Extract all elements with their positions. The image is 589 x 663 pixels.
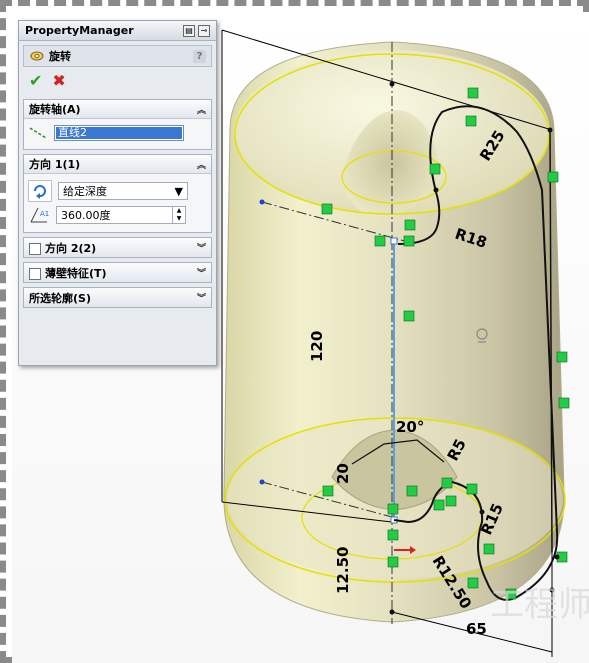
ok-check-icon[interactable]: ✔ <box>29 73 42 89</box>
feature-name: 旋转 <box>49 50 71 63</box>
reverse-direction-button[interactable] <box>28 180 52 202</box>
selected-contours-header[interactable]: 所选轮廓(S) ︾ <box>24 288 211 307</box>
direction1-group: 方向 1(1) ︽ 给定深度 ▼ A1 360.00度 ▲ ▼ <box>23 154 212 233</box>
panel-controls: ▤ ⊸ <box>183 24 210 37</box>
angle-spin-buttons[interactable]: ▲ ▼ <box>172 207 185 223</box>
axis-selection-field[interactable]: 直线2 <box>54 125 184 141</box>
cancel-x-icon[interactable]: ✖ <box>52 73 65 89</box>
dim-120[interactable]: 120 <box>308 331 326 362</box>
selected-contours-group: 所选轮廓(S) ︾ <box>23 287 212 308</box>
chevron-down-icon[interactable]: ︾ <box>197 266 206 279</box>
axis-group-label: 旋转轴(A) <box>29 103 81 116</box>
axis-selection-value: 直线2 <box>56 127 182 139</box>
thin-feature-checkbox[interactable] <box>29 267 41 280</box>
end-condition-select[interactable]: 给定深度 ▼ <box>58 182 188 200</box>
axis-group: 旋转轴(A) ︽ 直线2 <box>23 99 212 150</box>
construction-point <box>259 479 265 485</box>
ok-cancel-row: ✔ ✖ <box>19 67 216 95</box>
thin-feature-header[interactable]: 薄壁特征(T) ︾ <box>24 263 211 282</box>
end-condition-value: 给定深度 <box>63 185 107 198</box>
pin-icon[interactable]: ⊸ <box>198 24 210 37</box>
spin-up-icon[interactable]: ▲ <box>173 207 185 215</box>
spin-down-icon[interactable]: ▼ <box>173 215 185 223</box>
chevron-down-icon[interactable]: ︾ <box>197 291 206 304</box>
angle-icon: A1 <box>30 207 49 223</box>
dim-12-50[interactable]: 12.50 <box>334 547 352 594</box>
svg-text:A1: A1 <box>40 210 49 218</box>
selected-contours-label: 所选轮廓(S) <box>29 291 91 305</box>
collapse-icon[interactable]: ▤ <box>183 24 195 37</box>
chevron-down-icon[interactable]: ︾ <box>197 241 206 254</box>
axis-group-header[interactable]: 旋转轴(A) ︽ <box>24 100 211 119</box>
direction2-label: 方向 2(2) <box>45 241 97 255</box>
watermark: 工程师 <box>490 585 589 625</box>
reverse-direction-icon <box>34 185 46 199</box>
revolve-feature-icon <box>30 51 44 61</box>
direction2-header[interactable]: 方向 2(2) ︾ <box>24 238 211 257</box>
dropdown-arrow-icon: ▼ <box>174 184 183 198</box>
direction2-checkbox[interactable] <box>29 242 41 255</box>
help-icon[interactable]: ? <box>193 49 206 63</box>
dim-65[interactable]: 65 <box>466 620 487 638</box>
screenshot-frame: R25 R18 120 200 20° 20 R5 R15 R12.50 12.… <box>0 0 589 663</box>
dim-20[interactable]: 20 <box>334 463 352 484</box>
dim-angle-20[interactable]: 20° <box>396 418 424 436</box>
feature-header: 旋转 ? <box>23 45 212 67</box>
construction-point <box>259 199 265 205</box>
direction1-header[interactable]: 方向 1(1) ︽ <box>24 155 211 174</box>
panel-title: PropertyManager <box>25 24 134 37</box>
property-manager-panel: PropertyManager ▤ ⊸ 旋转 ? ✔ ✖ 旋转轴(A) ︽ 直线… <box>18 20 217 366</box>
chevron-up-icon[interactable]: ︽ <box>197 158 206 171</box>
thin-feature-group: 薄壁特征(T) ︾ <box>23 262 212 283</box>
thin-feature-label: 薄壁特征(T) <box>45 266 107 280</box>
direction2-group: 方向 2(2) ︾ <box>23 237 212 258</box>
axis-line-icon <box>29 127 47 139</box>
panel-titlebar: PropertyManager ▤ ⊸ <box>19 21 216 41</box>
angle-spinbox[interactable]: 360.00度 ▲ ▼ <box>56 206 186 224</box>
axis-endpoint <box>390 237 398 245</box>
angle-value: 360.00度 <box>61 209 111 222</box>
graphics-viewport[interactable]: R25 R18 120 200 20° 20 R5 R15 R12.50 12.… <box>12 12 589 663</box>
chevron-up-icon[interactable]: ︽ <box>197 103 206 116</box>
direction1-label: 方向 1(1) <box>29 158 81 171</box>
